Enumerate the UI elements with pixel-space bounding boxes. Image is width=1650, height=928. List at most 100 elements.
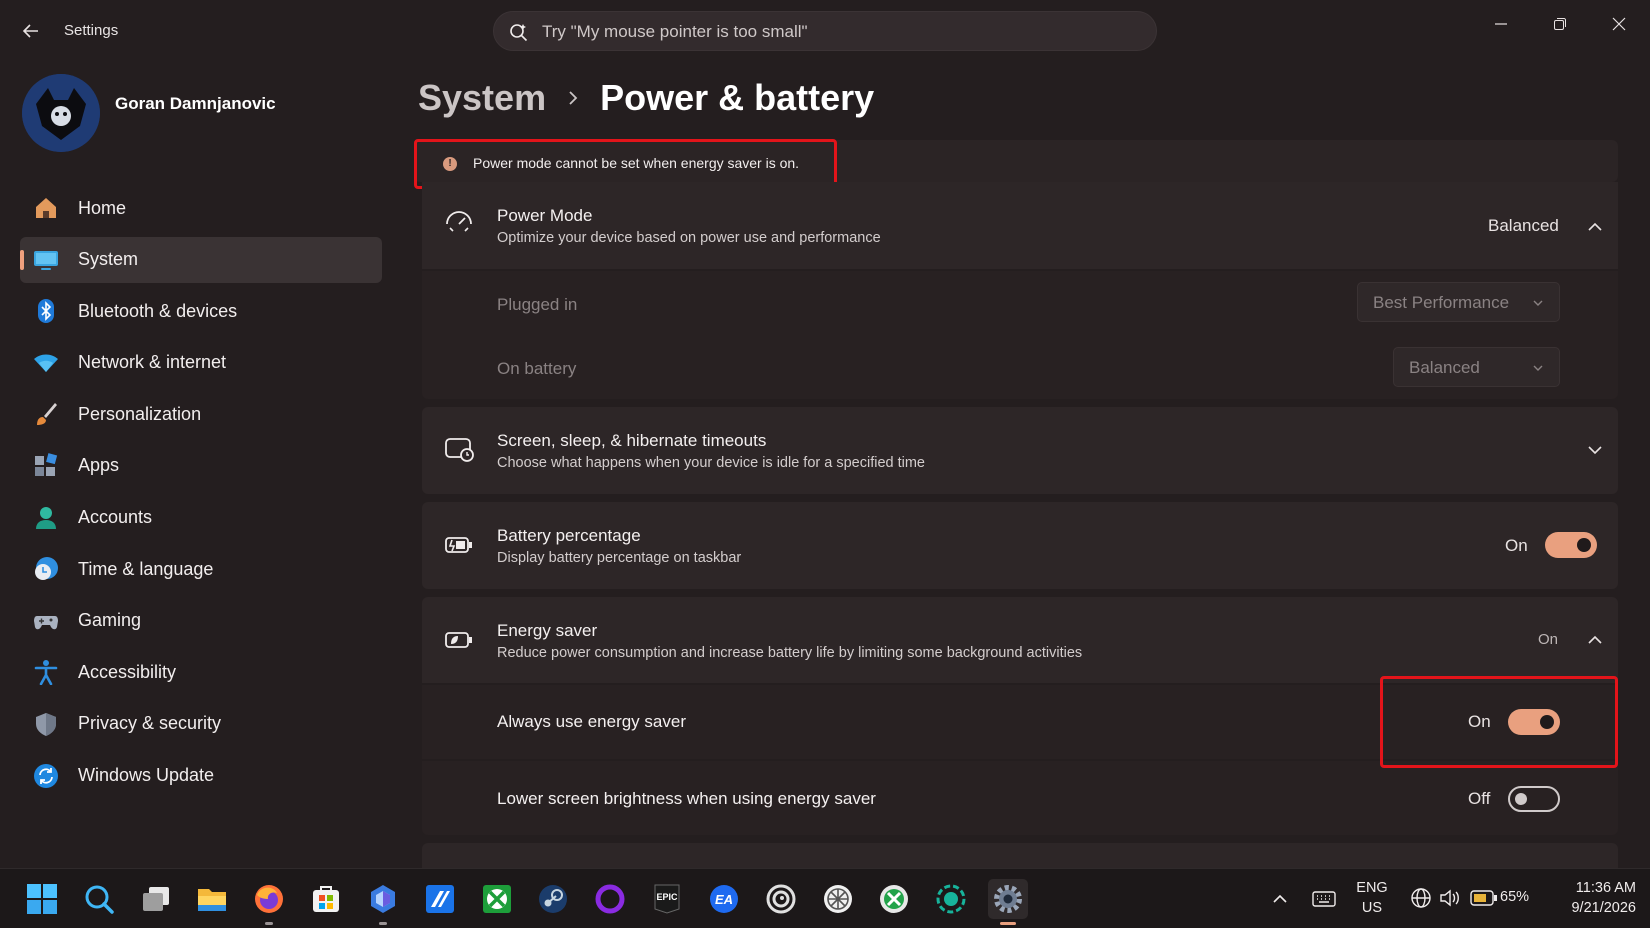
- battery-percentage-state: On: [1505, 536, 1528, 555]
- circle-app-icon[interactable]: [590, 879, 630, 919]
- power-mode-row[interactable]: Power Mode Optimize your device based on…: [422, 182, 1618, 269]
- battery-percentage-row[interactable]: Battery percentage Display battery perce…: [422, 502, 1618, 589]
- sidebar-item-label: Gaming: [78, 610, 142, 631]
- sidebar-item-accounts[interactable]: Accounts: [20, 495, 382, 541]
- breadcrumb-parent[interactable]: System: [418, 77, 546, 119]
- lower-brightness-row: Lower screen brightness when using energ…: [422, 761, 1618, 835]
- settings-icon[interactable]: [988, 879, 1028, 925]
- network-globe-icon[interactable]: [1410, 887, 1432, 914]
- steam-icon[interactable]: [533, 879, 573, 919]
- battery-percentage-title: Battery percentage: [497, 526, 641, 545]
- sidebar-item-gaming[interactable]: Gaming: [20, 598, 382, 644]
- sidebar-item-label: Bluetooth & devices: [78, 300, 238, 321]
- sidebar-item-label: Privacy & security: [78, 713, 222, 734]
- keyboard-icon[interactable]: [1312, 889, 1336, 914]
- lower-brightness-toggle[interactable]: [1508, 786, 1560, 812]
- timeouts-desc: Choose what happens when your device is …: [497, 455, 925, 471]
- screen-sleep-icon: [444, 435, 474, 465]
- apps-icon: [33, 453, 59, 479]
- toggle-highlight-box: [1380, 676, 1618, 768]
- battery-percentage-desc: Display battery percentage on taskbar: [497, 550, 742, 566]
- settings-window: Settings Goran Damnjanov: [0, 0, 1650, 868]
- page-title: Power & battery: [600, 77, 875, 118]
- close-button[interactable]: [1599, 10, 1639, 38]
- clock-globe-icon: [33, 556, 59, 582]
- sidebar-item-windows-update[interactable]: Windows Update: [20, 753, 382, 799]
- plugged-in-value: Best Performance: [1373, 293, 1510, 312]
- energy-saver-title: Energy saver: [497, 621, 598, 640]
- sidebar-item-apps[interactable]: Apps: [20, 443, 382, 489]
- sidebar-item-accessibility[interactable]: Accessibility: [20, 649, 382, 695]
- timeouts-row[interactable]: Screen, sleep, & hibernate timeouts Choo…: [422, 407, 1618, 494]
- app-icon[interactable]: [420, 879, 460, 919]
- chevron-right-icon: [569, 91, 578, 105]
- language-code[interactable]: ENG: [1354, 880, 1390, 896]
- accessibility-icon: [33, 659, 59, 686]
- minimize-button[interactable]: [1481, 10, 1521, 38]
- energy-saver-row[interactable]: Energy saver Reduce power consumption an…: [422, 597, 1618, 683]
- sidebar-item-time-language[interactable]: Time & language: [20, 546, 382, 592]
- back-arrow-icon[interactable]: [18, 18, 44, 44]
- sidebar-item-personalization[interactable]: Personalization: [20, 391, 382, 437]
- sidebar-item-home[interactable]: Home: [20, 185, 382, 231]
- firefox-icon[interactable]: [249, 879, 289, 925]
- battery-percentage-text[interactable]: 65%: [1500, 889, 1529, 905]
- search-box[interactable]: [493, 11, 1157, 51]
- sidebar-item-network[interactable]: Network & internet: [20, 340, 382, 386]
- sidebar-item-label: Apps: [78, 455, 120, 476]
- power-mode-options: Plugged in Best Performance On battery B…: [422, 271, 1618, 399]
- plugged-in-label: Plugged in: [497, 295, 578, 314]
- app-icon[interactable]: [363, 879, 403, 925]
- wifi-icon: [33, 350, 59, 376]
- avatar: [22, 74, 100, 152]
- on-battery-dropdown[interactable]: Balanced: [1393, 347, 1560, 387]
- shield-icon: [33, 711, 59, 737]
- restore-button[interactable]: [1540, 10, 1580, 38]
- energy-saver-icon: [444, 625, 474, 655]
- sidebar-item-bluetooth[interactable]: Bluetooth & devices: [20, 288, 382, 334]
- sidebar-item-label: Windows Update: [78, 765, 215, 786]
- sidebar-nav: Home System Bluetooth & devices Network …: [20, 185, 382, 804]
- clock-time[interactable]: 11:36 AM: [1552, 880, 1636, 896]
- sidebar-item-system[interactable]: System: [20, 236, 382, 283]
- home-icon: [33, 195, 59, 221]
- search-icon[interactable]: [79, 879, 119, 919]
- search-input[interactable]: [542, 18, 1102, 46]
- power-mode-value: Balanced: [1488, 216, 1559, 235]
- taskbar: EPIC EA ENG US 65% 11:36 AM 9/21/2026: [0, 868, 1650, 928]
- microsoft-store-icon[interactable]: [306, 879, 346, 919]
- chevron-down-icon[interactable]: [1586, 441, 1604, 459]
- wheel-app-icon[interactable]: [818, 879, 858, 919]
- chevron-down-icon: [1533, 365, 1543, 371]
- plugged-in-dropdown[interactable]: Best Performance: [1357, 282, 1560, 322]
- sidebar-item-label: Network & internet: [78, 352, 227, 373]
- xbox-companion-icon[interactable]: [874, 879, 914, 919]
- power-gauge-icon: [444, 210, 474, 240]
- chevron-up-icon[interactable]: [1586, 631, 1604, 649]
- chevron-up-icon[interactable]: [1272, 891, 1288, 912]
- ubisoft-icon[interactable]: [761, 879, 801, 919]
- gamepad-icon: [33, 608, 59, 634]
- clock-date[interactable]: 9/21/2026: [1552, 900, 1636, 916]
- epic-games-label: EPIC: [656, 892, 678, 902]
- sidebar-item-privacy-security[interactable]: Privacy & security: [20, 701, 382, 747]
- xbox-icon[interactable]: [477, 879, 517, 919]
- battery-icon[interactable]: [1470, 889, 1498, 912]
- task-view-icon[interactable]: [136, 879, 176, 919]
- system-icon: [33, 247, 59, 273]
- accounts-icon: [33, 505, 59, 531]
- start-icon[interactable]: [22, 879, 62, 919]
- ea-icon[interactable]: EA: [704, 879, 744, 919]
- file-explorer-icon[interactable]: [192, 879, 232, 919]
- sidebar-item-label: System: [78, 249, 139, 270]
- epic-games-icon[interactable]: EPIC: [647, 879, 687, 919]
- chevron-up-icon[interactable]: [1586, 218, 1604, 236]
- battery-icon: [444, 530, 474, 560]
- app-icon[interactable]: [931, 879, 971, 919]
- volume-icon[interactable]: [1438, 887, 1460, 914]
- energy-saver-desc: Reduce power consumption and increase ba…: [497, 645, 1083, 661]
- battery-percentage-toggle[interactable]: [1545, 532, 1597, 558]
- next-setting-row: [422, 843, 1618, 868]
- active-indicator: [20, 249, 24, 270]
- region-code[interactable]: US: [1354, 900, 1390, 916]
